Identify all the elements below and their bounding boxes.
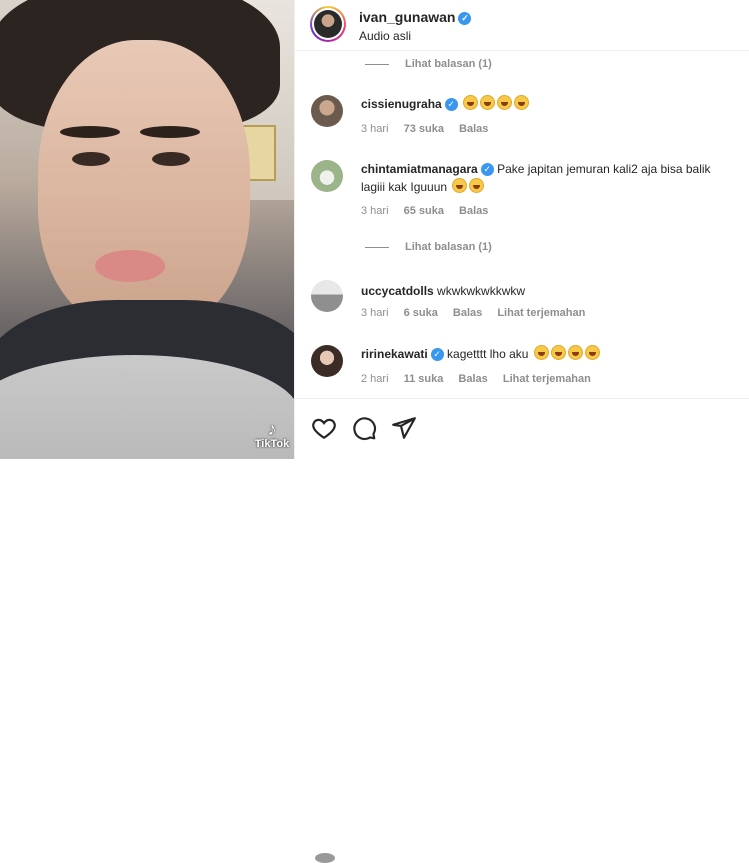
comment-text: chintamiatmanagara ✓ Pake japitan jemuran… [361,162,711,194]
audio-label[interactable]: Audio asli [359,29,411,43]
right-eyebrow [140,126,200,138]
reply-button[interactable]: Balas [459,123,488,135]
tiktok-watermark: ♪ TikTok [252,420,292,450]
comment-time: 2 hari [361,373,389,385]
liker-avatar [315,853,335,863]
comment-icon[interactable] [351,415,377,441]
left-eye [72,152,110,166]
tiktok-logo-icon: ♪ [267,419,277,439]
post-media[interactable]: ♪ TikTok [0,0,294,459]
comment-meta: 3 hari 6 suka Balas Lihat terjemahan [361,307,597,319]
comment-text: cissienugraha ✓ [361,95,731,113]
laughing-emoji-icon [497,95,513,110]
author-avatar[interactable] [310,6,346,42]
see-translation-button[interactable]: Lihat terjemahan [497,307,585,319]
commenter-username[interactable]: cissienugraha [361,97,442,111]
verified-icon: ✓ [430,348,444,361]
reply-button[interactable]: Balas [453,307,482,319]
comment-likes[interactable]: 6 suka [404,307,438,319]
view-replies-button[interactable]: Lihat balasan (1) [365,58,492,70]
heart-icon[interactable] [311,415,337,441]
laughing-emoji-icon [469,178,485,193]
see-translation-button[interactable]: Lihat terjemahan [503,373,591,385]
comment-likes[interactable]: 65 suka [404,205,444,217]
laughing-emoji-icon [480,95,496,110]
verified-icon: ✓ [444,98,458,111]
comment-likes[interactable]: 11 suka [404,373,444,385]
laughing-emoji-icon [584,345,600,360]
divider-line [365,63,389,65]
author-username[interactable]: ivan_gunawan ✓ [359,9,472,25]
laughing-emoji-icon [533,345,549,360]
laughing-emoji-icon [463,95,479,110]
commenter-avatar[interactable] [311,345,343,377]
right-eye [152,152,190,166]
post-header: ivan_gunawan ✓ Audio asli [295,0,749,51]
post-actions-bar [295,398,749,863]
comment-meta: 3 hari 65 suka Balas [361,205,500,217]
commenter-username[interactable]: uccycatdolls [361,284,434,298]
verified-icon: ✓ [480,163,494,176]
commenter-avatar[interactable] [311,280,343,312]
tiktok-watermark-text: TikTok [254,438,290,450]
comment-time: 3 hari [361,205,389,217]
comment-meta: 3 hari 73 suka Balas [361,123,500,135]
commenter-username[interactable]: ririnekawati [361,347,428,361]
comments-panel: ivan_gunawan ✓ Audio asli Lihat balasan (… [294,0,749,863]
comment-text: ririnekawati ✓ kagetttt lho aku [361,345,731,363]
laughing-emoji-icon [452,178,468,193]
share-icon[interactable] [391,415,417,441]
commenter-username[interactable]: chintamiatmanagara [361,162,478,176]
reply-button[interactable]: Balas [458,373,487,385]
comment-meta: 2 hari 11 suka Balas Lihat terjemahan [361,373,603,385]
commenter-avatar[interactable] [311,95,343,127]
comment-time: 3 hari [361,307,389,319]
comment-likes[interactable]: 73 suka [404,123,444,135]
divider-line [365,246,389,248]
laughing-emoji-icon [514,95,530,110]
view-replies-button[interactable]: Lihat balasan (1) [365,241,492,253]
left-eyebrow [60,126,120,138]
comment-time: 3 hari [361,123,389,135]
person-face [38,40,250,330]
laughing-emoji-icon [567,345,583,360]
reply-button[interactable]: Balas [459,205,488,217]
commenter-avatar[interactable] [311,160,343,192]
laughing-emoji-icon [550,345,566,360]
lips [95,250,165,282]
comment-text: uccycatdolls wkwkwkwkkwkw [361,284,526,298]
verified-icon: ✓ [458,12,472,25]
